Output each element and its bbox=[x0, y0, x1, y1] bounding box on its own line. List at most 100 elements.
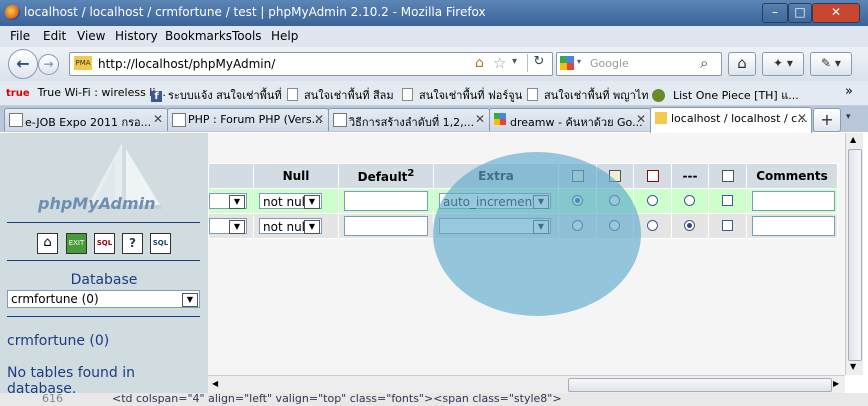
divider bbox=[7, 260, 200, 261]
index-column-header bbox=[596, 163, 634, 189]
primary-column-header bbox=[558, 163, 597, 189]
close-tab-icon[interactable]: ✕ bbox=[636, 112, 646, 126]
tab-label: localhost / localhost / c... bbox=[671, 112, 808, 125]
database-select[interactable]: crmfortune (0) ▼ bbox=[7, 290, 200, 308]
scroll-right-icon[interactable]: ▶ bbox=[833, 379, 839, 388]
chevron-down-icon: ▼ bbox=[182, 293, 198, 307]
tab-label: PHP : Forum PHP (Vers... bbox=[188, 113, 323, 126]
db-link[interactable]: crmfortune (0) bbox=[7, 333, 109, 349]
addon-button[interactable]: ✦ ▾ bbox=[762, 52, 804, 76]
index-radio[interactable] bbox=[609, 220, 620, 231]
maximize-button[interactable]: □ bbox=[788, 3, 812, 23]
sql-docs-icon[interactable]: SQL bbox=[150, 233, 171, 254]
close-tab-icon[interactable]: ✕ bbox=[475, 112, 485, 126]
source-editor-strip: 616 <td colspan="4" align="left" valign=… bbox=[0, 392, 868, 406]
menu-view[interactable]: View bbox=[77, 29, 105, 43]
type-select[interactable]: ▼ bbox=[209, 218, 247, 234]
tab-php-forum[interactable]: PHP : Forum PHP (Vers... ✕ bbox=[167, 108, 329, 131]
scroll-up-icon[interactable]: ▲ bbox=[850, 135, 856, 144]
scroll-down-icon[interactable]: ▼ bbox=[850, 362, 856, 371]
vertical-scrollbar[interactable]: ▲ ▼ bbox=[845, 133, 863, 375]
null-select-value: not null bbox=[263, 220, 309, 234]
bookmark-label: ระบบแจ้ง สนใจเช่าพื้นที่ bbox=[168, 89, 282, 102]
reload-icon[interactable]: ↻ bbox=[527, 54, 550, 72]
facebook-icon: f bbox=[151, 91, 162, 102]
close-button[interactable]: ✕ bbox=[812, 3, 860, 23]
type-column-header bbox=[208, 163, 254, 189]
tab-phpmyadmin[interactable]: localhost / localhost / c... ✕ bbox=[650, 107, 812, 133]
home-icon[interactable]: ⌂ bbox=[37, 233, 58, 254]
search-icon[interactable]: ⌕ bbox=[700, 54, 708, 72]
type-select[interactable]: ▼ bbox=[209, 193, 247, 209]
tab-list-icon[interactable]: ▾ bbox=[846, 112, 851, 122]
fulltext-checkbox[interactable] bbox=[722, 195, 733, 206]
comments-input[interactable] bbox=[752, 216, 835, 236]
scroll-thumb[interactable] bbox=[848, 149, 862, 361]
none-radio[interactable] bbox=[684, 220, 695, 231]
bookmark-silom[interactable]: สนใจเช่าพื้นที่ สีลม bbox=[287, 86, 394, 104]
forward-button[interactable]: → bbox=[38, 54, 59, 75]
null-select[interactable]: not null ▼ bbox=[259, 218, 322, 234]
null-select[interactable]: not null ▼ bbox=[259, 193, 322, 209]
close-tab-icon[interactable]: ✕ bbox=[797, 111, 807, 125]
menu-tools[interactable]: Tools bbox=[232, 29, 262, 43]
page-icon bbox=[402, 88, 413, 101]
search-box[interactable]: ▾ Google ⌕ bbox=[556, 52, 722, 76]
menu-help[interactable]: Help bbox=[271, 29, 298, 43]
index-radio[interactable] bbox=[609, 195, 620, 206]
comments-input[interactable] bbox=[752, 191, 835, 211]
scroll-left-icon[interactable]: ◀ bbox=[212, 379, 218, 388]
horizontal-scrollbar[interactable]: ◀ ▶ bbox=[208, 375, 845, 393]
dropdown-arrow-icon[interactable]: ▾ bbox=[512, 56, 517, 67]
fulltext-icon bbox=[721, 170, 734, 182]
close-tab-icon[interactable]: ✕ bbox=[314, 112, 324, 126]
tab-sequence[interactable]: วิธีการสร้างลำดับที่ 1,2,... ✕ bbox=[328, 108, 490, 131]
chevron-down-icon: ▼ bbox=[533, 195, 549, 209]
tab-ejob[interactable]: e-JOB Expo 2011 กรอ... ✕ bbox=[4, 108, 168, 131]
divider bbox=[7, 222, 200, 223]
menu-bookmarks[interactable]: Bookmarks bbox=[165, 29, 232, 43]
fulltext-checkbox[interactable] bbox=[722, 220, 733, 231]
tool-button[interactable]: ✎ ▾ bbox=[810, 52, 852, 76]
none-radio[interactable] bbox=[684, 195, 695, 206]
star-icon[interactable]: ☆ bbox=[493, 54, 506, 72]
bookmark-true-wifi[interactable]: true True Wi-Fi : wireless li... bbox=[6, 86, 166, 99]
menu-file[interactable]: File bbox=[10, 29, 30, 43]
menu-edit[interactable]: Edit bbox=[43, 29, 66, 43]
search-engine-dropdown-icon[interactable]: ▾ bbox=[577, 57, 581, 66]
extra-select[interactable]: ▼ bbox=[439, 218, 551, 234]
google-icon bbox=[494, 113, 506, 125]
bookmark-onepiece[interactable]: List One Piece [TH] แ... bbox=[652, 86, 799, 104]
tab-google-search[interactable]: dreamw - ค้นหาด้วย Go... ✕ bbox=[489, 108, 651, 131]
unique-radio[interactable] bbox=[647, 195, 658, 206]
unique-radio[interactable] bbox=[647, 220, 658, 231]
menu-history[interactable]: History bbox=[115, 29, 158, 43]
url-bar[interactable]: PMA http://localhost/phpMyAdmin/ ⌂ ☆ ▾ ↻ bbox=[69, 52, 553, 76]
default-input[interactable] bbox=[344, 216, 428, 236]
bookmark-fortune[interactable]: สนใจเช่าพื้นที่ ฟอร์จูน bbox=[402, 86, 522, 104]
chevron-down-icon: ▼ bbox=[229, 220, 245, 234]
default-input[interactable] bbox=[344, 191, 428, 211]
exit-icon[interactable]: EXIT bbox=[66, 233, 87, 254]
table-row: ▼ not null ▼ auto_increment ▼ bbox=[208, 188, 838, 214]
help-icon[interactable]: ? bbox=[122, 233, 143, 254]
tab-bar: e-JOB Expo 2011 กรอ... ✕ PHP : Forum PHP … bbox=[0, 106, 868, 133]
sql-icon[interactable]: SQL bbox=[94, 233, 115, 254]
primary-radio[interactable] bbox=[572, 220, 583, 231]
url-text[interactable]: http://localhost/phpMyAdmin/ bbox=[98, 57, 275, 71]
scroll-thumb[interactable] bbox=[568, 378, 832, 392]
extra-select[interactable]: auto_increment ▼ bbox=[439, 193, 551, 209]
bookmark-facebook[interactable]: f ระบบแจ้ง สนใจเช่าพื้นที่ bbox=[151, 86, 282, 104]
table-row: ▼ not null ▼ ▼ bbox=[208, 213, 838, 239]
close-tab-icon[interactable]: ✕ bbox=[153, 112, 163, 126]
bookmarks-overflow-icon[interactable]: » bbox=[845, 84, 853, 99]
primary-radio[interactable] bbox=[572, 195, 583, 206]
bookmarks-toolbar: true True Wi-Fi : wireless li... f ระบบแจ้… bbox=[0, 81, 868, 106]
none-column-header: --- bbox=[671, 163, 709, 189]
minimize-button[interactable]: – bbox=[762, 3, 788, 23]
new-tab-button[interactable]: + bbox=[813, 108, 841, 132]
bookmark-phayathai[interactable]: สนใจเช่าพื้นที่ พญาไท bbox=[527, 86, 649, 104]
home-button[interactable]: ⌂ bbox=[728, 52, 756, 76]
back-button[interactable]: ← bbox=[8, 49, 38, 79]
home-bookmark-icon[interactable]: ⌂ bbox=[475, 55, 484, 71]
